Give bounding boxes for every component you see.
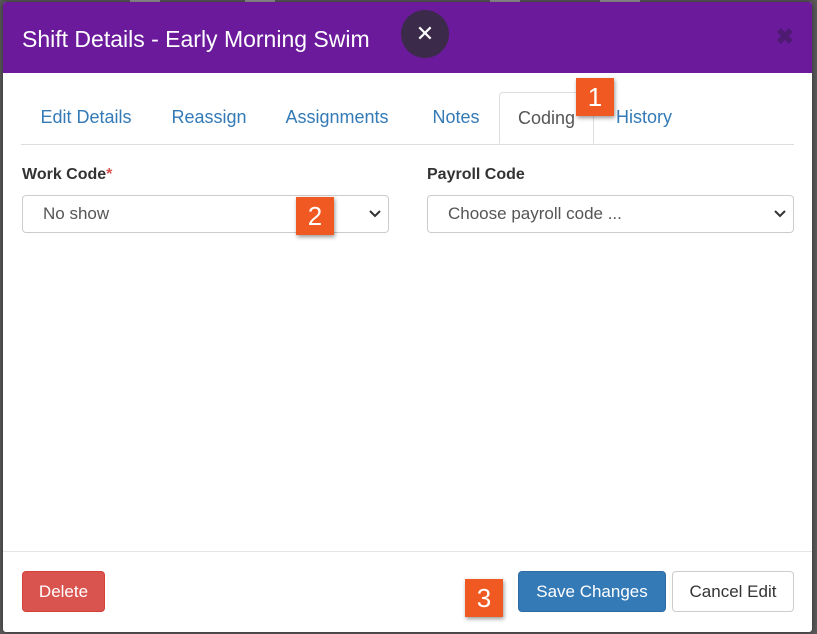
- corner-close-icon[interactable]: ✖: [776, 24, 794, 50]
- shift-details-modal: Shift Details - Early Morning Swim ✕ ✖ E…: [3, 2, 812, 632]
- step-callout-3: 3: [465, 579, 503, 617]
- delete-button[interactable]: Delete: [22, 571, 105, 612]
- payroll-code-label: Payroll Code: [427, 166, 525, 183]
- modal-title: Shift Details - Early Morning Swim: [22, 26, 370, 52]
- chevron-down-icon: [369, 210, 381, 218]
- payroll-code-select[interactable]: Choose payroll code ...: [427, 195, 794, 233]
- tab-history[interactable]: History: [604, 92, 684, 143]
- tab-notes[interactable]: Notes: [413, 92, 499, 143]
- tab-reassign[interactable]: Reassign: [157, 92, 261, 143]
- work-code-value: No show: [43, 204, 110, 223]
- modal-header: Shift Details - Early Morning Swim ✕ ✖: [3, 2, 812, 73]
- close-icon: ✕: [415, 21, 435, 46]
- close-button[interactable]: ✕: [401, 10, 449, 58]
- save-changes-button[interactable]: Save Changes: [518, 571, 666, 612]
- payroll-code-value: Choose payroll code ...: [448, 204, 622, 223]
- tab-edit-details[interactable]: Edit Details: [21, 92, 151, 143]
- cancel-edit-button[interactable]: Cancel Edit: [672, 571, 794, 612]
- step-callout-1: 1: [576, 78, 614, 116]
- tab-bar: Edit Details Reassign Assignments Notes …: [21, 92, 794, 145]
- tab-assignments[interactable]: Assignments: [275, 92, 399, 143]
- required-marker: *: [106, 166, 113, 183]
- work-code-label: Work Code*: [22, 166, 112, 184]
- footer-divider: [3, 551, 812, 552]
- step-callout-2: 2: [296, 197, 334, 235]
- work-code-label-text: Work Code: [22, 166, 107, 183]
- chevron-down-icon: [774, 210, 786, 218]
